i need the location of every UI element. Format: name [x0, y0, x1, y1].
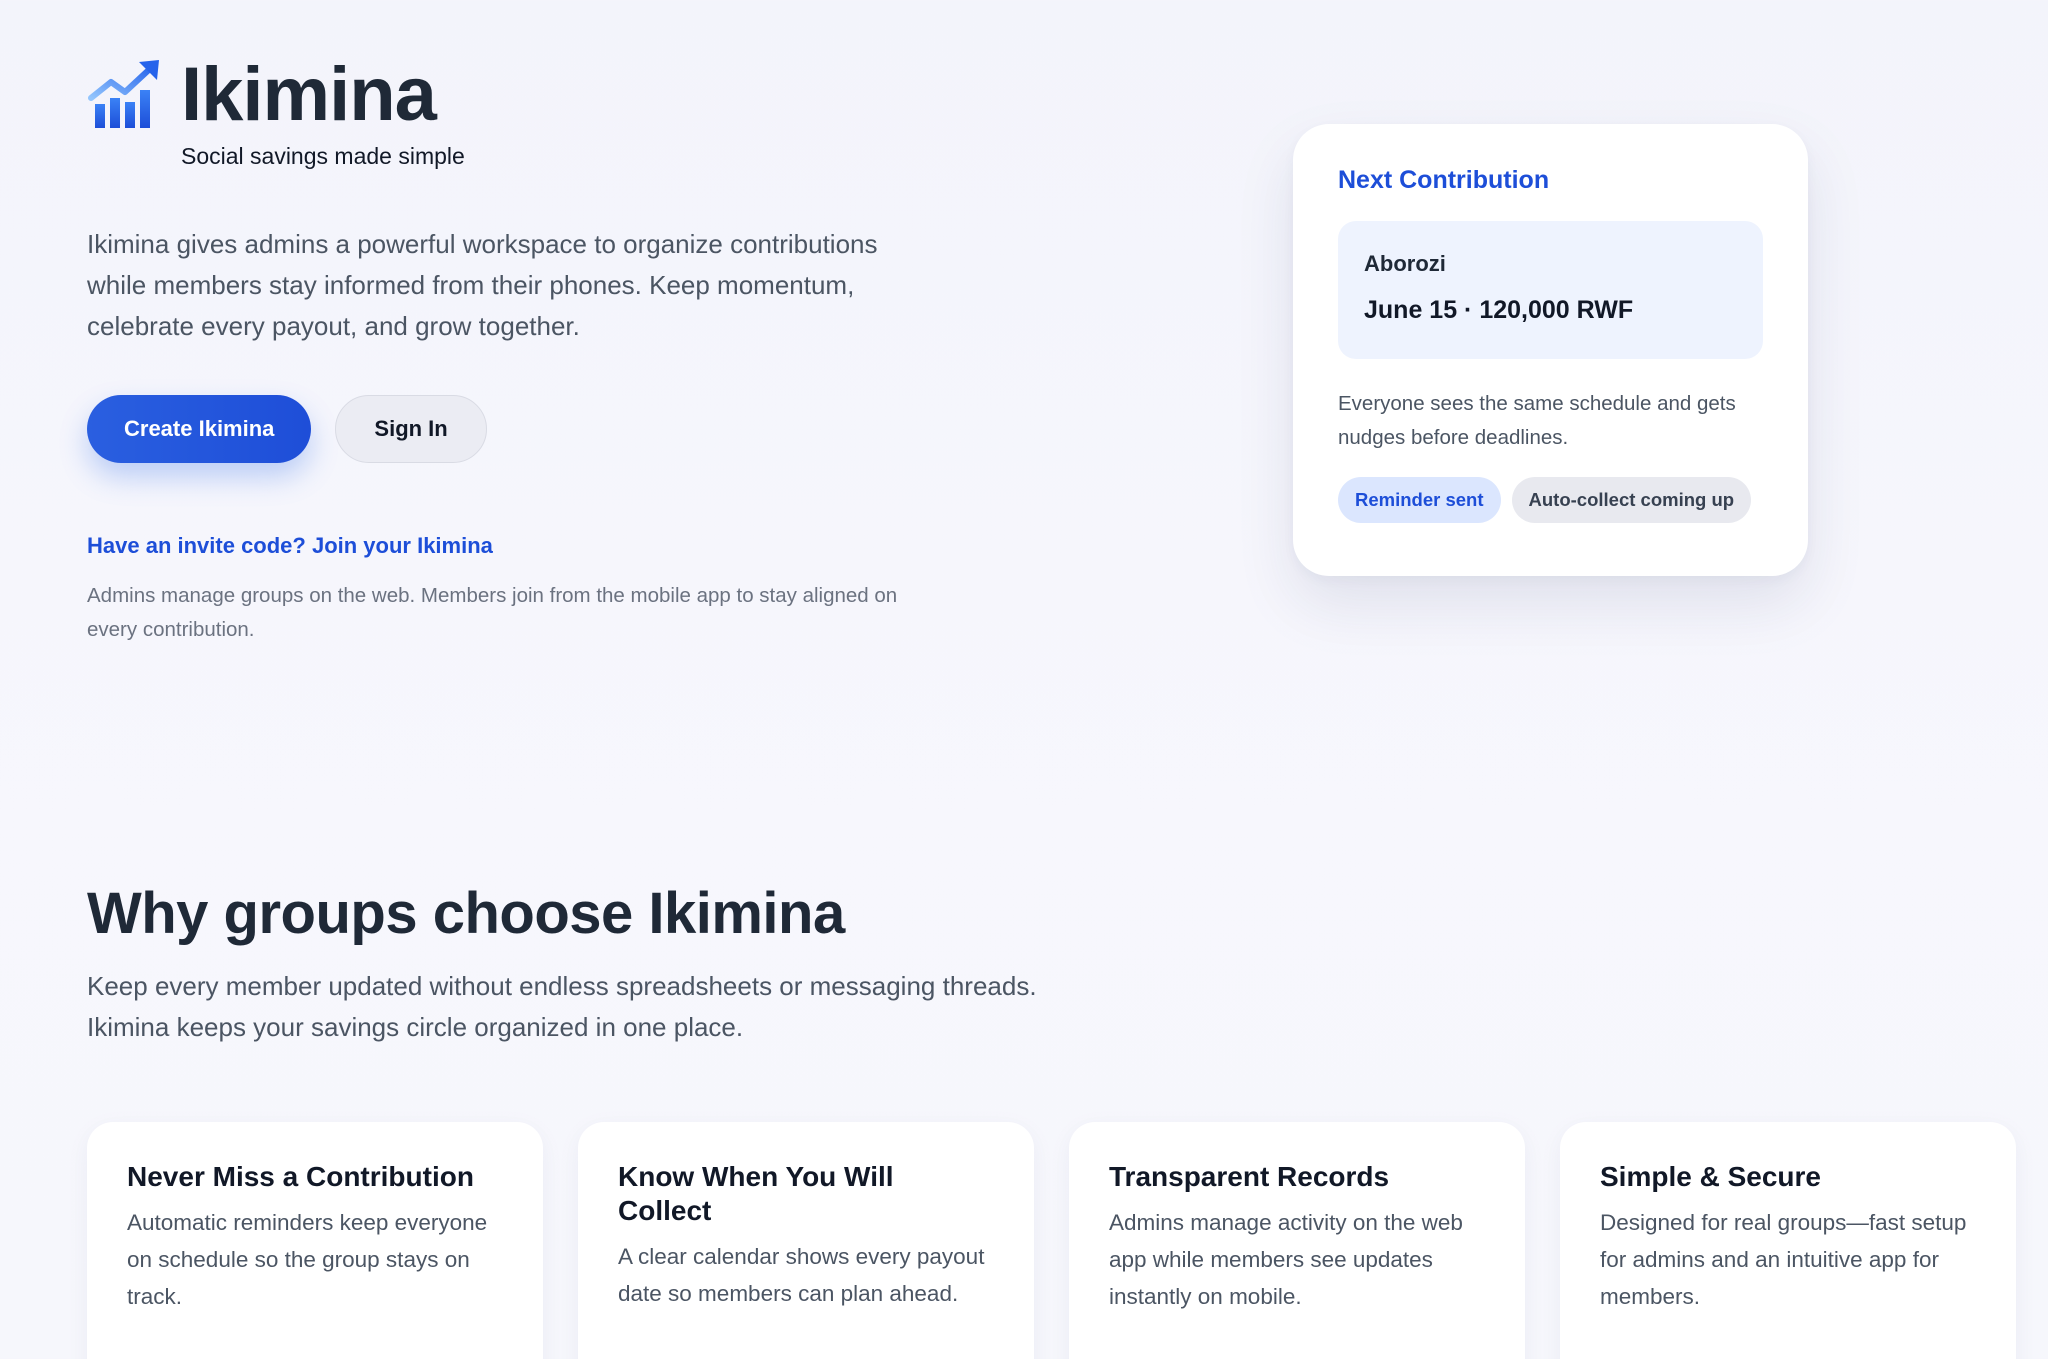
status-badge-reminder: Reminder sent: [1338, 477, 1501, 523]
join-invite-link[interactable]: Have an invite code? Join your Ikimina: [87, 533, 493, 559]
feature-list: Never Miss a Contribution Automatic remi…: [87, 1122, 2016, 1359]
why-section: Why groups choose Ikimina Keep every mem…: [87, 874, 2007, 1048]
feature-title: Simple & Secure: [1600, 1161, 1821, 1192]
hero-description: Ikimina gives admins a powerful workspac…: [87, 229, 878, 341]
feature-card: Never Miss a Contribution Automatic remi…: [87, 1122, 543, 1359]
feature-description: Designed for real groups—fast setup for …: [1600, 1210, 1967, 1309]
next-contribution-card: Next Contribution Aborozi June 15 · 120,…: [1293, 124, 1808, 576]
contribution-description: Everyone sees the same schedule and gets…: [1338, 392, 1736, 449]
cta-row: Create Ikimina Sign In: [87, 395, 987, 463]
why-description: Keep every member updated without endles…: [87, 971, 1037, 1042]
status-chips: Reminder sent Auto-collect coming up: [1338, 477, 1762, 523]
feature-description: A clear calendar shows every payout date…: [618, 1244, 985, 1306]
feature-title: Transparent Records: [1109, 1161, 1390, 1192]
brand[interactable]: Ikimina Social savings made simple: [87, 52, 987, 170]
why-title: Why groups choose Ikimina: [87, 881, 845, 946]
hero-section: Ikimina Social savings made simple Ikimi…: [87, 52, 987, 647]
feature-card: Simple & Secure Designed for real groups…: [1560, 1122, 2016, 1359]
feature-description: Automatic reminders keep everyone on sch…: [127, 1210, 488, 1309]
growth-chart-icon: [87, 58, 165, 136]
feature-card: Know When You Will Collect A clear calen…: [578, 1122, 1034, 1359]
feature-title: Know When You Will Collect: [618, 1161, 894, 1226]
contribution-detail-box: Aborozi June 15 · 120,000 RWF: [1338, 221, 1763, 359]
feature-description: Admins manage activity on the web app wh…: [1109, 1210, 1463, 1309]
next-contribution-title: Next Contribution: [1338, 166, 1550, 194]
contribution-date-amount: June 15 · 120,000 RWF: [1364, 296, 1634, 324]
contribution-group-name: Aborozi: [1364, 251, 1446, 276]
feature-title: Never Miss a Contribution: [127, 1161, 474, 1192]
sign-in-button[interactable]: Sign In: [335, 395, 487, 463]
brand-name: Ikimina: [181, 52, 437, 137]
brand-tagline: Social savings made simple: [181, 143, 465, 169]
hero-note: Admins manage groups on the web. Members…: [87, 584, 898, 641]
create-ikimina-button[interactable]: Create Ikimina: [87, 395, 312, 463]
status-badge-auto-collect: Auto-collect coming up: [1511, 477, 1752, 523]
feature-card: Transparent Records Admins manage activi…: [1069, 1122, 1525, 1359]
